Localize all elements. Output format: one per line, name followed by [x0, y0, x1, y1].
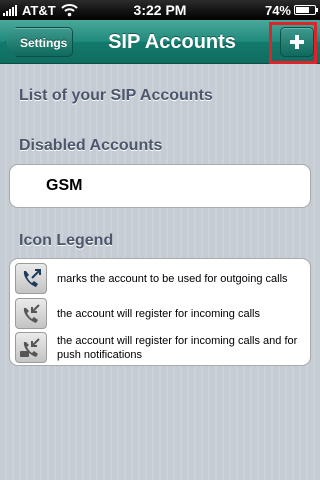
- sip-accounts-list-header: List of your SIP Accounts: [19, 87, 213, 104]
- account-name: GSM: [46, 177, 83, 194]
- outgoing-call-icon: [15, 263, 47, 294]
- add-button-highlight: [269, 22, 317, 64]
- disabled-accounts-header: Disabled Accounts: [19, 137, 163, 154]
- battery-icon: [294, 5, 318, 15]
- legend-text-push: the account will register for incoming c…: [57, 335, 298, 361]
- legend-row-outgoing: marks the account to be used for outgoin…: [10, 262, 310, 296]
- legend-row-push: the account will register for incoming c…: [10, 331, 310, 365]
- icon-legend-list: marks the account to be used for outgoin…: [9, 258, 311, 366]
- status-bar: AT&T 3:22 PM 74%: [0, 0, 320, 20]
- status-right: 74%: [264, 2, 318, 18]
- account-row-gsm[interactable]: GSM: [9, 164, 311, 208]
- legend-row-incoming: the account will register for incoming c…: [10, 297, 310, 331]
- legend-text-outgoing: marks the account to be used for outgoin…: [57, 273, 288, 285]
- icon-legend-header: Icon Legend: [19, 232, 114, 249]
- settings-back-button[interactable]: Settings: [5, 27, 73, 57]
- page-title: SIP Accounts: [108, 31, 236, 53]
- legend-text-incoming: the account will register for incoming c…: [57, 308, 260, 320]
- push-incoming-call-icon: [15, 332, 47, 363]
- battery-fill: [296, 7, 310, 13]
- battery-percent: 74%: [264, 2, 291, 18]
- incoming-call-icon: [15, 298, 47, 329]
